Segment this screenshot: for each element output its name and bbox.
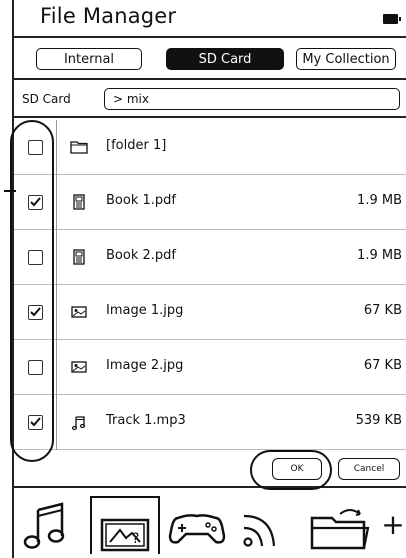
checkbox[interactable] — [28, 195, 43, 210]
row-divider — [56, 285, 57, 340]
page-title: File Manager — [40, 4, 177, 28]
file-name: Track 1.mp3 — [106, 413, 186, 428]
path-field[interactable]: > mix — [104, 88, 400, 110]
battery-icon — [383, 14, 401, 24]
file-name: Image 2.jpg — [106, 358, 184, 373]
dock-feeds[interactable] — [232, 496, 294, 554]
path-label: SD Card — [22, 92, 71, 106]
file-size: 539 KB — [355, 413, 402, 428]
file-size: 1.9 MB — [357, 193, 402, 208]
list-item[interactable]: [folder 1] — [14, 120, 406, 175]
photo-icon: ? — [100, 518, 150, 552]
device-screen: File Manager Internal SD Card My Collect… — [12, 0, 406, 558]
file-name: Book 2.pdf — [106, 248, 176, 263]
image-icon — [71, 306, 87, 318]
row-divider — [56, 230, 57, 285]
tab-internal[interactable]: Internal — [36, 48, 142, 70]
storage-tabs: Internal SD Card My Collection — [14, 40, 406, 80]
path-bar: SD Card > mix — [14, 82, 406, 118]
svg-text:?: ? — [132, 531, 139, 547]
dock-photos[interactable]: ? — [90, 496, 160, 554]
check-icon — [30, 417, 41, 427]
file-size: 67 KB — [363, 303, 402, 318]
file-name: Image 1.jpg — [106, 303, 184, 318]
app-dock: ? + — [14, 490, 406, 558]
tab-sd-card[interactable]: SD Card — [166, 48, 284, 70]
file-name: [folder 1] — [106, 138, 167, 153]
list-item[interactable]: Book 2.pdf 1.9 MB — [14, 230, 406, 285]
folder-open-icon — [310, 509, 370, 550]
row-divider — [56, 395, 57, 450]
folder-icon — [70, 141, 88, 154]
document-icon — [73, 249, 85, 265]
check-icon — [30, 197, 41, 207]
list-item[interactable]: Image 1.jpg 67 KB — [14, 285, 406, 340]
gamepad-icon — [168, 514, 226, 544]
cancel-button[interactable]: Cancel — [338, 458, 400, 480]
dock-games[interactable] — [164, 496, 230, 554]
music-icon — [23, 502, 65, 549]
row-divider — [56, 120, 57, 175]
image-icon — [71, 361, 87, 373]
checkbox[interactable] — [28, 140, 43, 155]
list-item[interactable]: Book 1.pdf 1.9 MB — [14, 175, 406, 230]
check-icon — [30, 307, 41, 317]
dock-music[interactable] — [18, 496, 80, 554]
cursor-mark — [4, 190, 16, 192]
checkbox[interactable] — [28, 415, 43, 430]
checkbox[interactable] — [28, 305, 43, 320]
music-note-icon — [71, 416, 86, 431]
list-item[interactable]: Track 1.mp3 539 KB — [14, 395, 406, 450]
list-item[interactable]: Image 2.jpg 67 KB — [14, 340, 406, 395]
file-size: 1.9 MB — [357, 248, 402, 263]
document-icon — [73, 194, 85, 210]
rss-icon — [243, 514, 276, 547]
tab-my-collection[interactable]: My Collection — [296, 48, 396, 70]
file-size: 67 KB — [363, 358, 402, 373]
file-name: Book 1.pdf — [106, 193, 176, 208]
row-divider — [56, 175, 57, 230]
checkbox[interactable] — [28, 360, 43, 375]
dock-add-button[interactable]: + — [380, 496, 406, 554]
dock-files[interactable] — [306, 496, 378, 554]
checkbox[interactable] — [28, 250, 43, 265]
title-bar: File Manager — [14, 0, 406, 38]
action-bar: OK Cancel — [14, 450, 406, 488]
ok-button[interactable]: OK — [272, 458, 322, 480]
row-divider — [56, 340, 57, 395]
